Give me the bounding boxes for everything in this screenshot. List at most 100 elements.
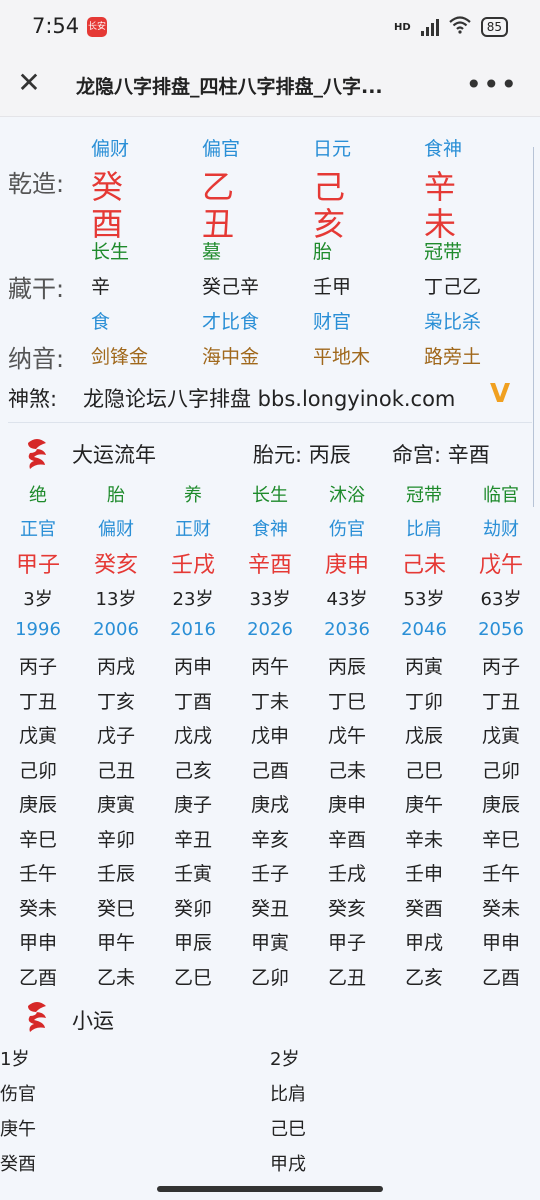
hidden-ten-gods: 食: [91, 311, 111, 333]
liunian-ganzhi: 己巳: [404, 759, 443, 782]
liunian-ganzhi: 癸亥: [327, 897, 366, 920]
page-title: 龙隐八字排盘_四柱八字排盘_八字...: [76, 76, 383, 98]
liunian-ganzhi: 己卯: [481, 759, 520, 782]
dayun-start-year: 2046: [401, 619, 447, 640]
liunian-ganzhi: 己丑: [96, 759, 135, 782]
dayun-pillar: 辛酉: [247, 553, 292, 578]
liunian-ganzhi: 癸酉: [404, 897, 443, 920]
liunian-ganzhi: 丙辰: [327, 656, 366, 678]
liunian-ganzhi: 丙午: [250, 656, 289, 678]
divider: [8, 422, 532, 423]
liunian-ganzhi: 乙酉: [481, 966, 520, 989]
dayun-life-stage: 养: [184, 485, 202, 506]
xiaoyun-ganzhi: 己巳: [270, 1119, 306, 1140]
liunian-ganzhi: 癸巳: [96, 897, 135, 920]
liunian-ganzhi: 辛酉: [327, 828, 366, 851]
liunian-ganzhi: 壬午: [18, 863, 57, 885]
liunian-ganzhi: 丙寅: [404, 656, 443, 678]
liunian-ganzhi: 戊寅: [481, 725, 520, 747]
liunian-ganzhi: 壬子: [250, 863, 289, 885]
minggong-text: 命宫: 辛酉: [392, 443, 490, 467]
dayun-pillar: 甲子: [15, 553, 60, 578]
nayin-label: 纳音:: [8, 345, 65, 373]
liunian-ganzhi: 戊戌: [173, 725, 212, 747]
liunian-ganzhi: 戊申: [250, 725, 289, 747]
dayun-title: 大运流年: [72, 443, 156, 467]
liunian-ganzhi: 甲子: [327, 932, 366, 954]
liunian-ganzhi: 癸卯: [173, 897, 212, 920]
liunian-ganzhi: 戊午: [327, 725, 366, 747]
xiaoyun-ten-god: 比肩: [270, 1084, 306, 1105]
liunian-ganzhi: 癸未: [18, 897, 57, 920]
bazi-content: 乾造: 藏干: 纳音: 偏财癸酉长生辛食剑锋金 偏官乙丑墓癸己辛 才比食 海中金 日元己…: [0, 117, 540, 1200]
dayun-start-age: 53岁: [403, 589, 445, 610]
qianzao-label: 乾造:: [8, 170, 65, 198]
liunian-ganzhi: 庚申: [327, 794, 366, 816]
ten-god-label: 日元: [313, 138, 352, 160]
xiaoyun-year-ganzhi: 癸酉: [0, 1154, 36, 1175]
dayun-start-year: 2006: [93, 619, 139, 640]
ten-god-label: 偏财: [91, 138, 130, 160]
liunian-ganzhi: 乙未: [96, 966, 135, 989]
liunian-ganzhi: 甲申: [18, 932, 57, 954]
dayun-start-year: 2036: [324, 619, 370, 640]
dayun-start-age: 3岁: [23, 589, 53, 610]
nayin-value: 剑锋金: [91, 346, 149, 368]
hidden-ten-gods: 才比食: [202, 311, 260, 333]
dayun-ten-god: 食神: [252, 519, 288, 540]
dayun-start-year: 2056: [478, 619, 524, 640]
hidden-stems: 丁己乙: [424, 276, 482, 298]
liunian-ganzhi: 丁酉: [173, 690, 212, 713]
life-stage-label: 墓: [202, 241, 222, 263]
liunian-ganzhi: 庚辰: [18, 794, 57, 816]
dragon-logo-icon: [24, 437, 50, 471]
liunian-ganzhi: 乙丑: [327, 966, 366, 989]
scroll-indicator: [533, 147, 534, 507]
liunian-ganzhi: 辛亥: [250, 828, 289, 851]
dayun-ten-god: 正财: [175, 519, 211, 540]
hidden-ten-gods: 枭比杀: [424, 311, 482, 333]
dayun-pillar: 庚申: [324, 553, 369, 578]
xiaoyun-age: 2岁: [270, 1049, 300, 1070]
shensha-text: 龙隐论坛八字排盘 bbs.longyinok.com: [83, 387, 456, 411]
dayun-pillar: 戊午: [478, 553, 523, 578]
battery-icon: 85: [480, 17, 508, 37]
home-indicator[interactable]: [157, 1186, 383, 1192]
liunian-ganzhi: 乙酉: [18, 966, 57, 989]
shensha-label: 神煞:: [8, 387, 58, 411]
dayun-ten-god: 伤官: [329, 519, 365, 540]
liunian-ganzhi: 丁丑: [481, 690, 520, 713]
xiaoyun-ten-god: 伤官: [0, 1084, 36, 1105]
close-icon[interactable]: ✕: [14, 68, 44, 98]
dayun-start-age: 43岁: [326, 589, 368, 610]
dayun-life-stage: 长生: [252, 485, 288, 506]
system-icons: HD 85: [394, 16, 508, 38]
liunian-ganzhi: 癸未: [481, 897, 520, 920]
dayun-life-stage: 沐浴: [329, 485, 365, 506]
liunian-ganzhi: 乙卯: [250, 966, 289, 989]
liunian-ganzhi: 戊寅: [18, 725, 57, 747]
status-bar: 7:54 长安 HD 85: [0, 0, 540, 56]
dayun-start-year: 2026: [247, 619, 293, 640]
dayun-start-age: 33岁: [249, 589, 291, 610]
dayun-start-age: 63岁: [480, 589, 522, 610]
liunian-ganzhi: 癸丑: [250, 897, 289, 920]
dayun-pillar: 壬戌: [170, 553, 215, 578]
liunian-ganzhi: 庚午: [404, 794, 443, 816]
liunian-ganzhi: 戊辰: [404, 725, 443, 747]
liunian-ganzhi: 壬辰: [96, 863, 135, 885]
xiaoyun-year-ganzhi: 甲戌: [270, 1154, 306, 1175]
life-stage-label: 胎: [313, 241, 333, 263]
dayun-ten-god: 正官: [20, 519, 56, 540]
hidden-stems: 辛: [91, 276, 111, 298]
hidden-stems: 壬甲: [313, 276, 352, 298]
taiyuan-text: 胎元: 丙辰: [253, 443, 351, 467]
ten-god-label: 食神: [424, 138, 463, 160]
nayin-value: 路旁土: [424, 346, 482, 368]
ten-god-label: 偏官: [202, 138, 241, 160]
liunian-ganzhi: 甲申: [481, 932, 520, 954]
expand-chevron-icon[interactable]: V: [490, 379, 510, 409]
nayin-value: 平地木: [313, 346, 371, 368]
more-options-icon[interactable]: •••: [465, 68, 518, 101]
liunian-ganzhi: 乙巳: [173, 966, 212, 989]
